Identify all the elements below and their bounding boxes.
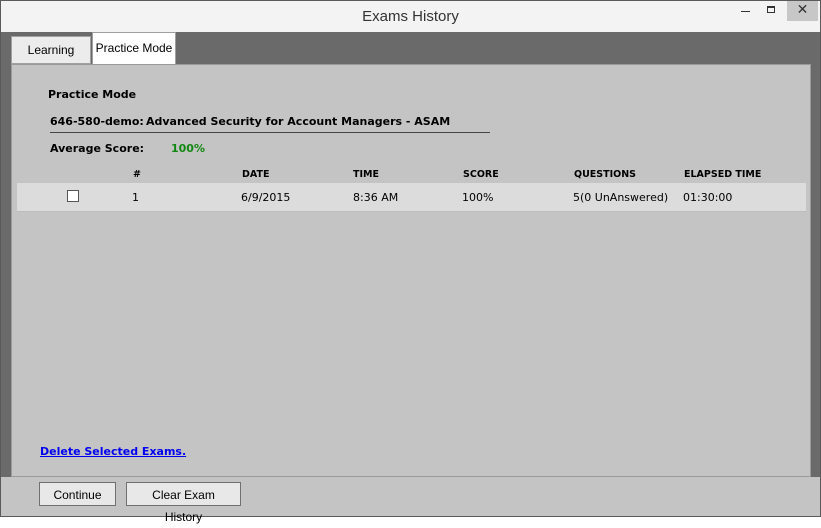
row-questions: 5(0 UnAnswered) <box>573 191 669 204</box>
row-elapsed-time: 01:30:00 <box>683 191 733 204</box>
tab-learning-mode[interactable]: Learning Mode <box>11 36 91 84</box>
exam-code: 646-580-demo: <box>50 115 144 128</box>
exam-name: Advanced Security for Account Managers -… <box>146 115 451 128</box>
average-score-label: Average Score: <box>50 142 145 155</box>
column-header-elapsed-time: ELAPSED TIME <box>684 169 762 180</box>
minimize-icon <box>741 11 750 12</box>
column-header-questions: QUESTIONS <box>574 169 637 180</box>
continue-button[interactable]: Continue <box>39 482 116 506</box>
column-header-number: # <box>133 169 141 180</box>
delete-selected-exams-link[interactable]: Delete Selected Exams. <box>40 445 186 458</box>
close-button[interactable]: ✕ <box>787 1 818 21</box>
column-header-time: TIME <box>353 169 379 180</box>
column-header-score: SCORE <box>463 169 499 180</box>
practice-mode-panel: Practice Mode 646-580-demo: Advanced Sec… <box>11 64 811 477</box>
tab-strip: Learning Mode Practice Mode <box>9 32 813 84</box>
maximize-icon <box>767 6 775 13</box>
minimize-button[interactable] <box>733 1 759 21</box>
row-select-checkbox[interactable] <box>67 190 79 202</box>
button-bar: Continue Clear Exam History <box>1 477 820 524</box>
clear-exam-history-button[interactable]: Clear Exam History <box>126 482 241 524</box>
row-time: 8:36 AM <box>353 191 399 204</box>
close-icon: ✕ <box>796 2 809 18</box>
column-header-date: DATE <box>242 169 270 180</box>
exams-history-window: Exams History ✕ Learning Mode Practice M… <box>0 0 821 524</box>
table-row[interactable]: 1 6/9/2015 8:36 AM 100% 5(0 UnAnswered) … <box>17 183 806 212</box>
section-heading: Practice Mode <box>48 88 137 101</box>
row-score: 100% <box>462 191 494 204</box>
divider <box>50 132 490 133</box>
tab-practice-mode[interactable]: Practice Mode <box>92 32 176 64</box>
row-date: 6/9/2015 <box>241 191 291 204</box>
average-score-value: 100% <box>171 142 205 155</box>
maximize-button[interactable] <box>759 1 786 21</box>
window-title: Exams History <box>362 8 459 25</box>
row-number: 1 <box>132 191 139 204</box>
title-bar: Exams History ✕ <box>1 1 820 32</box>
